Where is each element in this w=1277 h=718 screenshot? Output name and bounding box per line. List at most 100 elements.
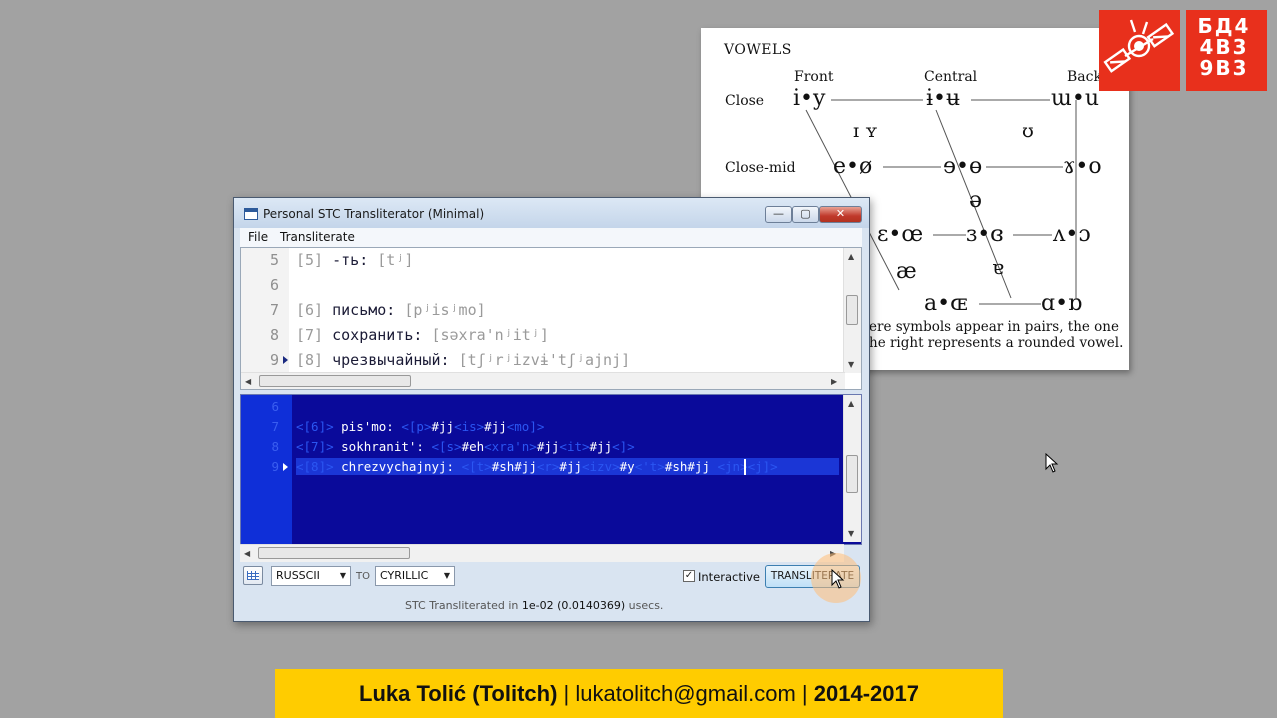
input-vertical-scrollbar[interactable]: ▲ ▼ [843, 248, 861, 373]
table-view-icon[interactable] [243, 566, 263, 585]
output-ipa-segment: <[t> [461, 459, 492, 474]
output-ipa-segment: <[8]> [296, 459, 342, 474]
input-editor[interactable]: 5 [5] -ть: [tʲ] 6 7 [6] письмо: [pʲisʲmo] 8 [… [240, 247, 862, 390]
logo-lettering: БД4 4В3 9В3 [1186, 16, 1262, 79]
input-hscroll-thumb[interactable] [259, 375, 411, 387]
input-vscroll-thumb[interactable] [846, 295, 858, 325]
input-line-code: [5] -ть: [tʲ] [296, 248, 413, 273]
output-ipa-segment: <[p> [401, 419, 432, 434]
scroll-left-icon[interactable]: ◀ [244, 549, 250, 558]
output-text: #jj [536, 439, 560, 454]
output-ipa-segment: <[6]> [296, 419, 342, 434]
line-number: 7 [271, 419, 279, 434]
interactive-label[interactable]: Interactive [698, 570, 760, 584]
chevron-down-icon: ▼ [443, 571, 450, 580]
output-line-code: <[8]> chrezvychajnyj: <[t>#sh#jj<r>#jj<i… [296, 457, 778, 477]
output-text: #y [619, 459, 635, 474]
output-line-code: <[7]> sokhranit': <[s>#eh<xra'n>#jj<it>#… [296, 437, 635, 457]
logo-line-3: 9В3 [1199, 56, 1249, 80]
line-number: 7 [269, 301, 279, 319]
app-window-icon [244, 208, 258, 220]
output-ipa-segment: <]> [612, 439, 635, 454]
to-encoding-value: CYRILLIC [380, 569, 429, 582]
output-text: #jj [431, 419, 455, 434]
scroll-down-icon[interactable]: ▼ [848, 529, 854, 538]
output-ipa-segment: <[7]> [296, 439, 342, 454]
footer-separator-1: | [563, 681, 570, 706]
satellite-icon [1099, 10, 1180, 91]
input-word: письмо: [332, 301, 396, 319]
column-back: Back [1067, 69, 1102, 85]
vowel-open-front: a•ɶ [924, 291, 968, 316]
input-line-code: [8] чрезвычайный: [tʃʲrʲizvɨ'tʃʲajnj] [296, 348, 630, 373]
vowel-close-central: ɨ•ʉ [926, 86, 961, 111]
vowel-open-mid-central: ɜ•ɞ [966, 222, 1004, 247]
line-number: 8 [269, 326, 279, 344]
maximize-button[interactable]: ▢ [792, 206, 819, 223]
mouse-cursor-icon [1045, 453, 1059, 473]
status-text: STC Transliterated in 1e-02 (0.0140369) … [405, 599, 663, 612]
from-encoding-value: RUSSCII [276, 569, 320, 582]
output-line-code: <[6]> pis'mo: <[p>#jj<is>#jj<mo]> [296, 417, 544, 437]
chart-heading: VOWELS [724, 42, 792, 58]
output-ipa-segment: <xra'n> [484, 439, 537, 454]
output-text: #sh#jj [664, 459, 710, 474]
current-line-marker-icon [283, 356, 288, 364]
column-front: Front [794, 69, 834, 85]
logo-line-1: БД4 [1197, 14, 1251, 38]
vowel-close-front: i•y [793, 86, 826, 111]
output-vscroll-thumb[interactable] [846, 455, 858, 493]
output-hscroll-thumb[interactable] [258, 547, 410, 559]
status-bar: STC Transliterated in 1e-02 (0.0140369) … [240, 596, 862, 616]
vowel-near-open-front: æ [896, 259, 917, 284]
from-encoding-select[interactable]: RUSSCII ▼ [271, 566, 351, 586]
line-number: 6 [271, 399, 279, 414]
line-number: 8 [271, 439, 279, 454]
vowel-near-open-central: ɐ [992, 255, 1004, 279]
close-button[interactable]: ✕ [819, 206, 862, 223]
output-ipa-segment: <[s> [431, 439, 462, 454]
output-ipa-segment: <is> [454, 419, 485, 434]
scroll-right-icon[interactable]: ▶ [831, 377, 837, 386]
mouse-cursor-icon [831, 569, 845, 589]
line-number: 9 [271, 459, 279, 474]
interactive-checkbox[interactable]: ✓ [683, 570, 695, 582]
output-ipa-segment: <mo]> [506, 419, 545, 434]
input-word: сохранить: [332, 326, 423, 344]
minimize-button[interactable]: — [765, 206, 792, 223]
author-footer: Luka Tolić (Tolitch) | lukatolitch@gmail… [275, 669, 1003, 718]
input-ipa: [səxra'nʲitʲ] [431, 326, 549, 344]
scroll-down-icon[interactable]: ▼ [848, 360, 854, 369]
line-number: 9 [269, 351, 279, 369]
current-line-marker-icon [283, 463, 288, 471]
output-ipa-segment: <izv> [582, 459, 620, 474]
vowel-mid-central: ə [969, 188, 983, 213]
column-central: Central [924, 69, 978, 85]
to-encoding-select[interactable]: CYRILLIC ▼ [375, 566, 455, 586]
scroll-left-icon[interactable]: ◀ [245, 377, 251, 386]
menu-file[interactable]: File [248, 230, 268, 244]
menu-bar: File Transliterate [240, 228, 862, 247]
output-vertical-scrollbar[interactable]: ▲ ▼ [843, 395, 861, 542]
window-title: Personal STC Transliterator (Minimal) [263, 207, 485, 221]
scroll-up-icon[interactable]: ▲ [848, 252, 854, 261]
vowel-open-back: ɑ•ɒ [1041, 291, 1083, 316]
input-line-code: [6] письмо: [pʲisʲmo] [296, 298, 486, 323]
output-horizontal-scrollbar[interactable]: ◀ ▶ [240, 544, 844, 562]
chart-note-line-1: ere symbols appear in pairs, the one [869, 319, 1119, 335]
vowel-open-mid-front: ɛ•œ [877, 222, 924, 247]
output-text: #jj [559, 459, 582, 474]
output-text: sokhranit': [341, 439, 432, 454]
input-horizontal-scrollbar[interactable]: ◀ ▶ [241, 372, 845, 389]
chart-note-line-2: he right represents a rounded vowel. [869, 335, 1124, 351]
row-close-mid: Close-mid [725, 160, 796, 176]
scroll-up-icon[interactable]: ▲ [848, 399, 854, 408]
output-text: #jj [484, 419, 507, 434]
title-bar[interactable]: Personal STC Transliterator (Minimal) — … [234, 198, 869, 228]
vowel-near-close-front: ɪ ʏ [853, 120, 878, 142]
footer-separator-2: | [801, 681, 808, 706]
menu-transliterate[interactable]: Transliterate [280, 230, 355, 244]
line-number: 6 [269, 276, 279, 294]
input-word: -ть: [332, 251, 369, 269]
output-editor[interactable]: 6 7 <[6]> pis'mo: <[p>#jj<is>#jj<mo]> 8 <[7]… [240, 394, 862, 545]
